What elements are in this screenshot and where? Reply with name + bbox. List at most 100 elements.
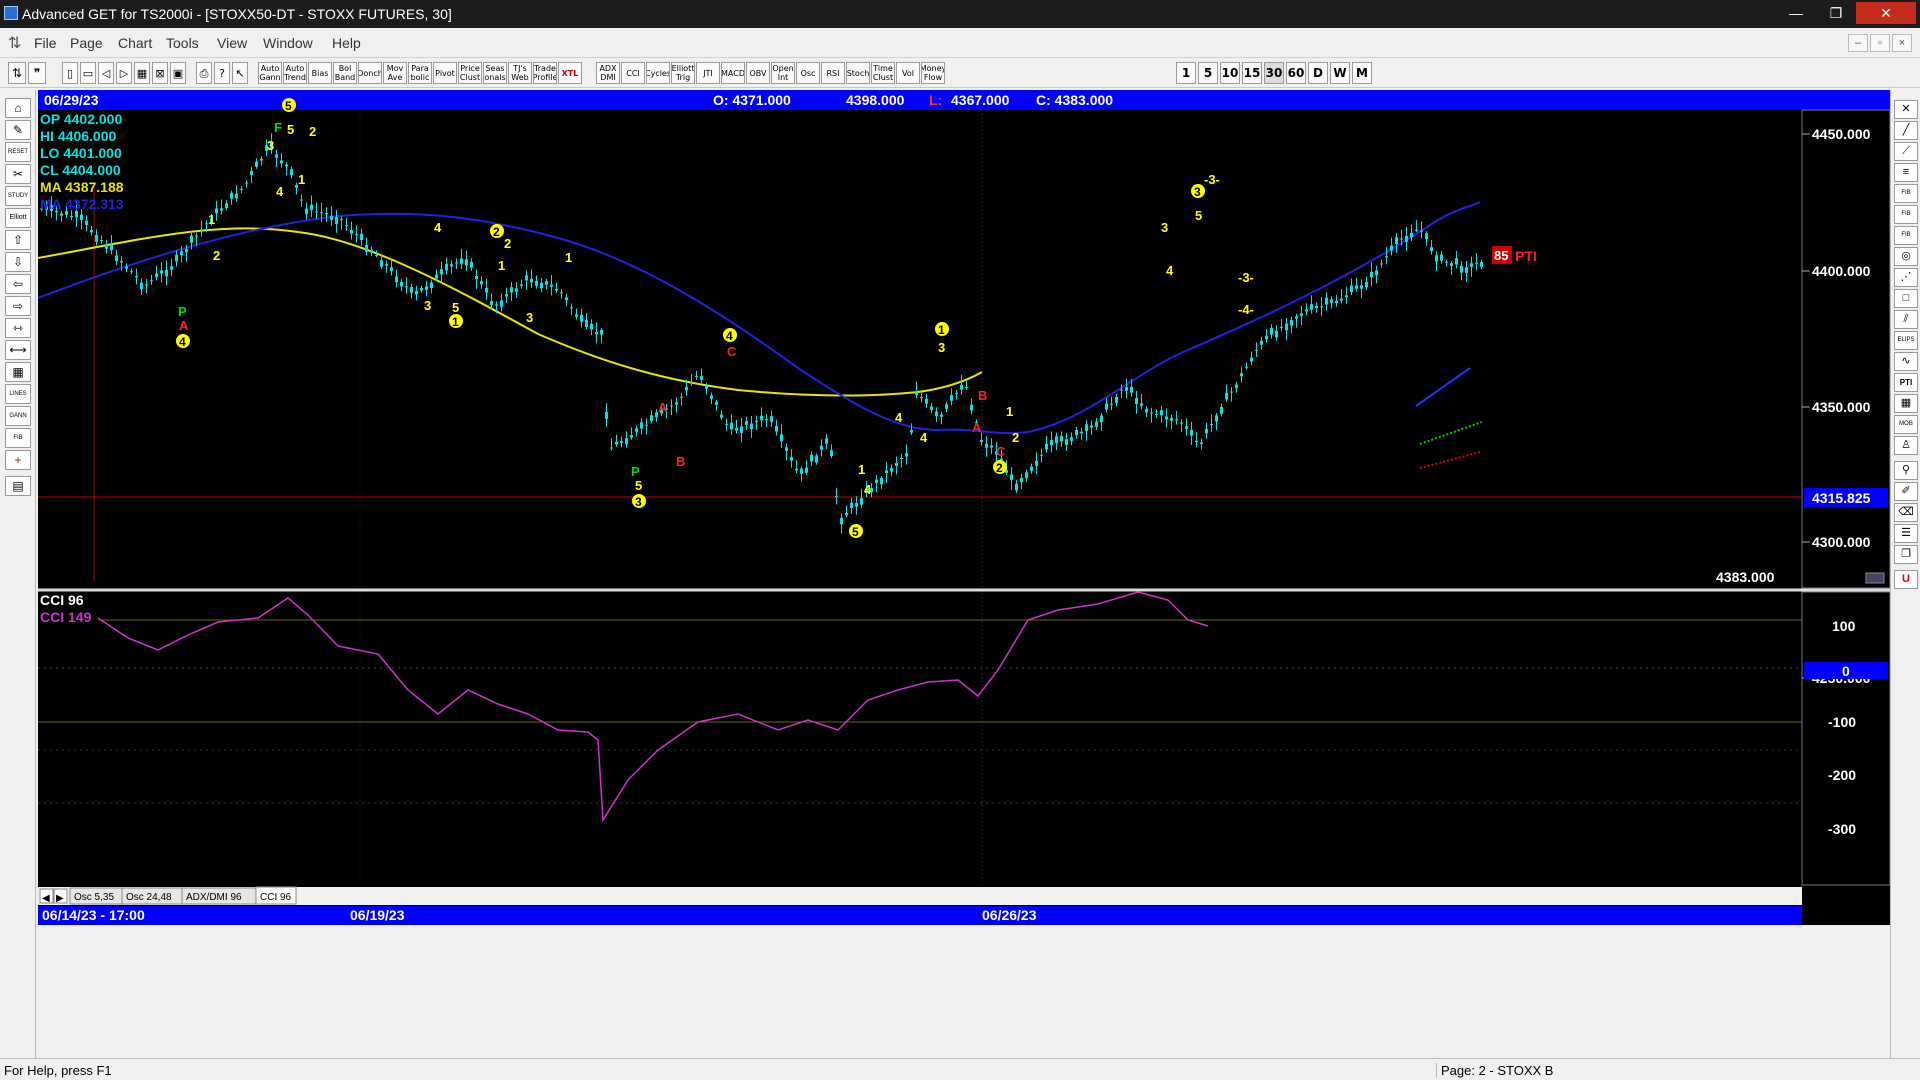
- fib-icon[interactable]: FIB: [5, 428, 31, 448]
- menu-tools[interactable]: Tools: [166, 35, 199, 51]
- obv-button[interactable]: OBV: [746, 62, 770, 84]
- zoom-tool-icon[interactable]: ⚲: [1894, 461, 1918, 480]
- pencil-icon[interactable]: ✎: [5, 120, 31, 140]
- maximize-button[interactable]: ❐: [1816, 2, 1856, 24]
- cycles-button[interactable]: Cycles: [646, 62, 670, 84]
- channel-tool-icon[interactable]: ⫽: [1894, 310, 1918, 329]
- wave-tool-icon[interactable]: ∿: [1894, 352, 1918, 371]
- menu-page[interactable]: Page: [70, 35, 103, 51]
- window-icon[interactable]: ▣: [170, 62, 186, 84]
- menu-window[interactable]: Window: [263, 35, 313, 51]
- mdi-restore-button[interactable]: ▫: [1870, 34, 1890, 52]
- mdi-close-button[interactable]: ×: [1892, 34, 1912, 52]
- fib-ret-icon[interactable]: FIB RET: [1894, 184, 1918, 203]
- stoch-button[interactable]: Stoch: [846, 62, 870, 84]
- app-menu-icon[interactable]: ⇅: [8, 33, 21, 53]
- notes-icon[interactable]: ▤: [5, 476, 31, 496]
- right-arrow-icon[interactable]: ⇨: [5, 296, 31, 316]
- grid-icon[interactable]: ▦: [134, 62, 150, 84]
- price-axis-panel[interactable]: [1801, 109, 1891, 589]
- grid-view-icon[interactable]: ▦: [5, 362, 31, 382]
- open-folder-icon[interactable]: ⌂: [5, 98, 31, 118]
- bias-button[interactable]: Bias: [308, 62, 332, 84]
- osc-button[interactable]: Osc: [796, 62, 820, 84]
- expand-icon[interactable]: ⟷: [5, 340, 31, 360]
- copy-icon[interactable]: ▭: [80, 62, 96, 84]
- osc-axis-panel[interactable]: [1801, 591, 1891, 886]
- marker-tool-icon[interactable]: ✐: [1894, 482, 1918, 501]
- back-icon[interactable]: ◁: [98, 62, 114, 84]
- interval-10-button[interactable]: 10: [1220, 62, 1240, 84]
- fib-ext-icon[interactable]: FIB EXT: [1894, 205, 1918, 224]
- parabolic-button[interactable]: Para bolic: [408, 62, 432, 84]
- mov-ave-button[interactable]: Mov Ave: [383, 62, 407, 84]
- mob-tool-icon[interactable]: MOB: [1894, 415, 1918, 434]
- eraser-tool-icon[interactable]: ⌫: [1894, 503, 1918, 522]
- parallel-tool-icon[interactable]: ≡: [1894, 163, 1918, 182]
- open-int-button[interactable]: Open Int: [771, 62, 795, 84]
- menu-help[interactable]: Help: [332, 35, 361, 51]
- list-tool-icon[interactable]: ☰: [1894, 524, 1918, 543]
- chart-canvas[interactable]: 06/29/23 O: 4371.000 4398.000 L: 4367.00…: [37, 90, 1891, 1057]
- lines-icon[interactable]: LINES: [5, 384, 31, 404]
- down-arrow-icon[interactable]: ⇩: [5, 252, 31, 272]
- forward-icon[interactable]: ▷: [116, 62, 132, 84]
- context-help-icon[interactable]: ↖: [232, 62, 248, 84]
- print-icon[interactable]: ⎙: [196, 62, 212, 84]
- ellipse-tool-icon[interactable]: ELIPS: [1894, 331, 1918, 350]
- seasonals-button[interactable]: Seas onals: [483, 62, 507, 84]
- interval-weekly-button[interactable]: W: [1330, 62, 1350, 84]
- menu-file[interactable]: File: [34, 35, 57, 51]
- tjs-web-button[interactable]: TJ's Web: [508, 62, 532, 84]
- fib-time-icon[interactable]: FIB TIME: [1894, 226, 1918, 245]
- interval-monthly-button[interactable]: M: [1352, 62, 1372, 84]
- interval-60-button[interactable]: 60: [1286, 62, 1306, 84]
- left-arrow-icon[interactable]: ⇦: [5, 274, 31, 294]
- auto-gann-button[interactable]: Auto Gann: [258, 62, 282, 84]
- price-clust-button[interactable]: Price Clust: [458, 62, 482, 84]
- new-page-icon[interactable]: ▯: [62, 62, 78, 84]
- interval-5-button[interactable]: 5: [1198, 62, 1218, 84]
- elliott-trig-button[interactable]: Elliott Trig: [671, 62, 695, 84]
- arrows-icon[interactable]: ⇅: [8, 62, 26, 84]
- person-tool-icon[interactable]: ♙: [1894, 436, 1918, 455]
- chart-window[interactable]: 06/29/23 O: 4371.000 4398.000 L: 4367.00…: [37, 90, 1891, 1057]
- donch-button[interactable]: Donch: [358, 62, 382, 84]
- trade-profile-button[interactable]: Trade Profile: [533, 62, 557, 84]
- time-clust-button[interactable]: Time Clust: [871, 62, 895, 84]
- elliott-icon[interactable]: Elliott: [5, 208, 31, 228]
- circle-tool-icon[interactable]: ◎: [1894, 247, 1918, 266]
- line-tool-icon[interactable]: ╱: [1894, 121, 1918, 140]
- reset-icon[interactable]: RESET: [5, 142, 31, 162]
- up-arrow-icon[interactable]: ⇧: [5, 230, 31, 250]
- quote-icon[interactable]: ❞: [28, 62, 46, 84]
- adx-dmi-button[interactable]: ADX DMI: [596, 62, 620, 84]
- cci-button[interactable]: CCI: [621, 62, 645, 84]
- interval-daily-button[interactable]: D: [1308, 62, 1328, 84]
- delete-tool-icon[interactable]: ✕: [1894, 100, 1918, 119]
- jti-button[interactable]: JTI: [696, 62, 720, 84]
- menu-chart[interactable]: Chart: [118, 35, 152, 51]
- undo-tool-icon[interactable]: U: [1894, 570, 1918, 589]
- xtl-button[interactable]: XTL: [558, 62, 582, 84]
- compress-icon[interactable]: ⇿: [5, 318, 31, 338]
- gann-icon[interactable]: GANN: [5, 406, 31, 426]
- fan-tool-icon[interactable]: ⋰: [1894, 268, 1918, 287]
- box-tool-icon[interactable]: □: [1894, 289, 1918, 308]
- table-tool-icon[interactable]: ▦: [1894, 394, 1918, 413]
- interval-30-button[interactable]: 30: [1264, 62, 1284, 84]
- macd-button[interactable]: MACD: [721, 62, 745, 84]
- scale-icon[interactable]: [1865, 572, 1885, 584]
- menu-view[interactable]: View: [217, 35, 247, 51]
- ray-tool-icon[interactable]: ⟋: [1894, 142, 1918, 161]
- close-button[interactable]: ✕: [1856, 2, 1916, 24]
- copy-tool-icon[interactable]: ❐: [1894, 545, 1918, 564]
- auto-trend-button[interactable]: Auto Trend: [283, 62, 307, 84]
- help-icon[interactable]: ?: [214, 62, 230, 84]
- interval-1-button[interactable]: 1: [1176, 62, 1196, 84]
- money-flow-button[interactable]: Money Flow: [921, 62, 945, 84]
- delete-icon[interactable]: ⊠: [152, 62, 168, 84]
- scissors-icon[interactable]: ✂: [5, 164, 31, 184]
- mdi-minimize-button[interactable]: –: [1848, 34, 1868, 52]
- study-icon[interactable]: STUDY: [5, 186, 31, 206]
